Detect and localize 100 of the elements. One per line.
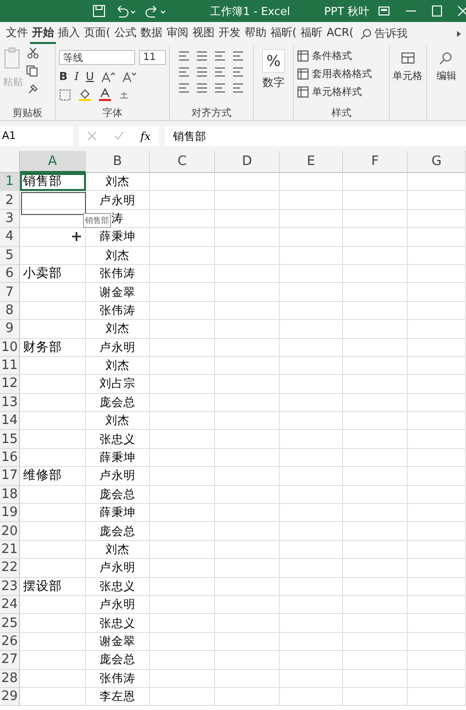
tell-me-field[interactable]: 告诉我 <box>374 26 408 41</box>
table-cell: 庞会总 <box>86 522 150 541</box>
row-header[interactable]: 4 <box>0 228 20 247</box>
column-header[interactable]: F <box>343 151 408 173</box>
table-cell: 刘杰 <box>86 246 150 265</box>
table-cell: 谢金翠 <box>86 632 150 652</box>
table-cell: 卢永明 <box>86 338 150 357</box>
row-header[interactable]: 14 <box>0 412 20 430</box>
column-header[interactable]: D <box>215 151 280 173</box>
table-cell: 卢永明 <box>86 596 150 614</box>
table-cell: 李左恩 <box>86 688 150 706</box>
table-cell: 小卖部 <box>20 264 86 284</box>
row-header[interactable]: 5 <box>0 246 20 265</box>
row-header[interactable]: 15 <box>0 430 20 449</box>
ribbon-tab[interactable]: 福昕 <box>298 23 325 44</box>
row-header[interactable]: 24 <box>0 596 20 614</box>
table-cell: 庞会总 <box>86 486 150 504</box>
table-cell: 张伟涛 <box>86 670 150 688</box>
table-cell: 张忠义 <box>86 614 150 633</box>
table-cell: 张忠义 <box>86 578 150 596</box>
editing-button[interactable]: 编辑 <box>436 69 456 83</box>
bold-button[interactable]: B <box>59 70 68 83</box>
name-box[interactable]: A1 <box>0 126 73 146</box>
row-header[interactable]: 28 <box>0 670 20 688</box>
cells-button[interactable]: 单元格 <box>392 69 423 83</box>
table-cell: 庞会总 <box>86 651 150 670</box>
row-header[interactable]: 22 <box>0 559 20 578</box>
ribbon-tab[interactable]: 页面( <box>82 23 112 44</box>
group-label: 剪贴板 <box>12 106 44 120</box>
row-header[interactable]: 6 <box>0 264 20 284</box>
table-cell: 张忠义 <box>86 430 150 449</box>
ribbon-tab[interactable]: 开发 <box>216 23 242 44</box>
row-header[interactable]: 29 <box>0 688 20 706</box>
table-cell: 销售部 <box>20 173 86 192</box>
table-cell: 刘占宗 <box>86 375 150 394</box>
underline-button[interactable]: U <box>86 70 94 83</box>
table-cell: 刘杰 <box>86 320 150 339</box>
row-header[interactable]: 17 <box>0 467 20 486</box>
number-format-button[interactable]: % <box>262 49 285 73</box>
ribbon-tab[interactable]: 帮助 <box>242 23 268 44</box>
table-cell: 薛秉坤 <box>86 448 150 468</box>
ribbon-tab[interactable]: ACR( <box>324 24 356 43</box>
column-header[interactable]: A <box>20 151 86 173</box>
row-header[interactable]: 9 <box>0 320 20 339</box>
row-header[interactable]: 12 <box>0 375 20 394</box>
group-label: 字体 <box>102 106 124 120</box>
style-menu-button[interactable]: 单元格样式 <box>312 85 362 99</box>
table-cell: 张伟涛 <box>86 302 150 320</box>
column-header[interactable]: G <box>408 151 466 173</box>
font-name-field[interactable]: 等线 <box>59 50 136 65</box>
function-button[interactable]: fx <box>140 130 151 142</box>
row-header[interactable]: 25 <box>0 614 20 633</box>
table-cell: 庞会总 <box>86 394 150 412</box>
table-cell: 刘杰 <box>86 412 150 430</box>
table-cell: 卢永明 <box>86 559 150 578</box>
ribbon-tab[interactable]: 视图 <box>190 23 216 44</box>
row-header[interactable]: 11 <box>0 356 20 376</box>
formula-field[interactable]: 销售部 <box>165 126 466 146</box>
row-header[interactable]: 20 <box>0 522 20 541</box>
ribbon-tab[interactable]: 插入 <box>56 23 82 44</box>
number-label: 数字 <box>262 75 284 90</box>
table-cell: 薛秉坤 <box>86 504 150 522</box>
row-header[interactable]: 1 <box>0 173 20 192</box>
table-cell: 摆设部 <box>20 578 86 596</box>
row-header[interactable]: 13 <box>0 394 20 412</box>
row-header[interactable]: 19 <box>0 504 20 522</box>
row-header[interactable]: 8 <box>0 302 20 320</box>
row-header[interactable]: 27 <box>0 651 20 670</box>
column-header[interactable]: C <box>150 151 215 173</box>
table-cell: 维修部 <box>20 467 86 486</box>
group-label: 对齐方式 <box>190 106 232 120</box>
ribbon-tab[interactable]: 文件 <box>4 23 30 44</box>
table-cell: 张伟涛 <box>86 264 150 284</box>
table-cell: 刘杰 <box>86 540 150 560</box>
ribbon-tab[interactable]: 审阅 <box>164 23 190 44</box>
italic-button[interactable]: I <box>74 70 79 83</box>
style-menu-button[interactable]: 条件格式 <box>312 49 352 63</box>
table-cell: 谢金翠 <box>86 283 150 302</box>
ribbon-tab[interactable]: 公式 <box>112 23 138 44</box>
ribbon-tab[interactable]: 福昕( <box>268 23 299 44</box>
column-header[interactable]: B <box>86 151 150 173</box>
row-header[interactable]: 7 <box>0 283 20 302</box>
ribbon-tab[interactable]: 数据 <box>138 23 164 44</box>
row-header[interactable]: 16 <box>0 448 20 468</box>
row-header[interactable]: 23 <box>0 578 20 596</box>
row-header[interactable]: 3 <box>0 210 20 228</box>
user-name: PPT 秋叶 <box>324 4 370 18</box>
row-header[interactable]: 21 <box>0 540 20 560</box>
table-cell: 财务部 <box>20 338 86 357</box>
table-cell: 刘杰 <box>86 173 150 192</box>
row-header[interactable]: 18 <box>0 486 20 504</box>
row-header[interactable]: 10 <box>0 338 20 357</box>
column-header[interactable]: E <box>280 151 343 173</box>
row-header[interactable]: 26 <box>0 632 20 652</box>
row-header[interactable]: 2 <box>0 191 20 210</box>
table-cell: 卢永明 <box>86 467 150 486</box>
font-size-field[interactable]: 11 <box>139 50 166 65</box>
style-menu-button[interactable]: 套用表格格式 <box>312 67 372 81</box>
table-cell: 刘杰 <box>86 356 150 376</box>
window-title: 工作簿1 - Excel <box>210 4 290 18</box>
